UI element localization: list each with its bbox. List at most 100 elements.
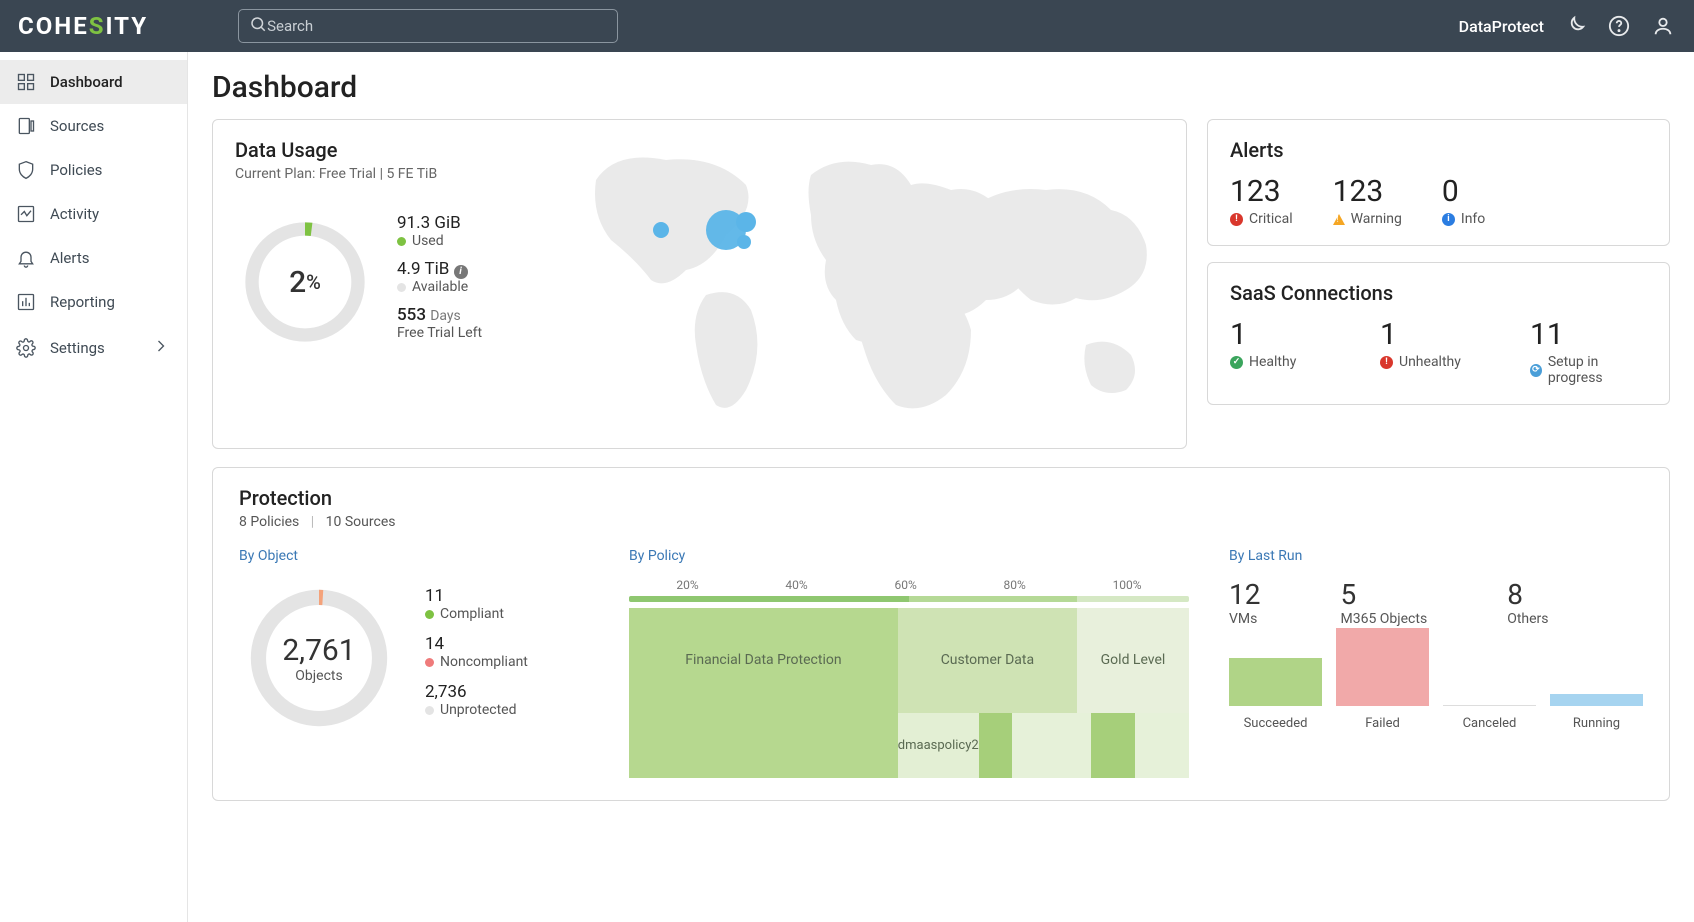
bar-label: Failed <box>1365 716 1400 731</box>
logo: COHESITY <box>18 12 148 40</box>
progress-icon: ⟳ <box>1530 364 1542 377</box>
sidebar: Dashboard Sources Policies Activity Aler… <box>0 52 188 922</box>
vms-label: VMs <box>1229 611 1260 627</box>
nav-label: Dashboard <box>50 73 123 91</box>
bar-running <box>1550 694 1643 706</box>
policy-tile[interactable]: Financial Data Protection <box>629 608 898 713</box>
user-icon[interactable] <box>1650 13 1676 39</box>
used-label: Used <box>412 233 444 249</box>
vms-count: 12 <box>1229 578 1260 611</box>
objects-label: Objects <box>295 668 342 684</box>
help-icon[interactable] <box>1606 13 1632 39</box>
noncompliant-l: Noncompliant <box>440 654 528 670</box>
nav-label: Settings <box>50 339 105 357</box>
nav-reporting[interactable]: Reporting <box>0 280 187 324</box>
logo-text2: ITY <box>105 12 148 40</box>
avail-label: Available <box>412 279 468 295</box>
bar-label: Canceled <box>1463 716 1517 731</box>
header-actions: DataProtect <box>1459 13 1676 39</box>
plan-label: Current Plan: <box>235 166 315 182</box>
info-count: 0 <box>1442 174 1485 209</box>
alerts-title: Alerts <box>1230 138 1647 162</box>
policy-tile[interactable] <box>979 713 1013 778</box>
search-input[interactable] <box>267 17 607 35</box>
tile-label: Customer Data <box>941 652 1034 668</box>
avail-value: 4.9 TiB <box>397 259 449 279</box>
unhealthy-count: 1 <box>1380 317 1490 352</box>
info-badge-icon: i <box>1442 213 1455 226</box>
policy-tile[interactable] <box>1012 713 1090 778</box>
setup-count: 11 <box>1530 317 1647 352</box>
warning-label: Warning <box>1351 211 1402 227</box>
policy-tile[interactable] <box>629 713 898 778</box>
search-box[interactable] <box>238 9 618 43</box>
warning-count: 123 <box>1333 174 1402 209</box>
policy-tile[interactable]: Customer Data <box>898 608 1077 713</box>
nav-alerts[interactable]: Alerts <box>0 236 187 280</box>
others-label: Others <box>1507 611 1548 627</box>
axis-tick: 20% <box>676 578 698 592</box>
map-point <box>653 222 669 238</box>
setup-label: Setup in progress <box>1548 354 1647 386</box>
tile-label: Financial Data Protection <box>685 652 841 668</box>
healthy-count: 1 <box>1230 317 1340 352</box>
nav-policies[interactable]: Policies <box>0 148 187 192</box>
policy-tile[interactable]: dmaaspolicy2 <box>898 713 979 778</box>
used-value: 91.3 GiB <box>397 213 482 233</box>
days-value: 553 <box>397 305 426 325</box>
compliant-dot-icon <box>425 610 434 619</box>
alerts-card: Alerts 123 !Critical 123 Warning 0 iInfo <box>1207 119 1670 246</box>
axis-tick: 100% <box>1113 578 1142 592</box>
objects-total: 2,761 <box>282 633 355 668</box>
critical-label: Critical <box>1249 211 1293 227</box>
main-content: Dashboard Data Usage Current Plan: Free … <box>188 52 1694 922</box>
bar-label: Succeeded <box>1244 716 1308 731</box>
nav-label: Policies <box>50 161 102 179</box>
plan-value: Free Trial | 5 FE TiB <box>319 166 437 182</box>
data-usage-card: Data Usage Current Plan: Free Trial | 5 … <box>212 119 1187 449</box>
policy-tile[interactable]: Gold Level <box>1077 608 1189 713</box>
search-icon <box>249 15 267 37</box>
saas-title: SaaS Connections <box>1230 281 1647 305</box>
check-icon: ✓ <box>1230 356 1243 369</box>
healthy-label: Healthy <box>1249 354 1296 370</box>
page-title: Dashboard <box>212 70 1670 105</box>
data-usage-plan: Current Plan: Free Trial | 5 FE TiB <box>235 166 535 182</box>
policy-tile[interactable] <box>1091 713 1136 778</box>
critical-icon: ! <box>1230 213 1243 226</box>
nav-sources[interactable]: Sources <box>0 104 187 148</box>
nav-settings[interactable]: Settings <box>0 324 187 372</box>
noncompliant-n: 14 <box>425 634 528 654</box>
objects-donut: 2,761 Objects <box>239 578 399 738</box>
sources-count: 10 Sources <box>326 514 396 530</box>
unhealthy-label: Unhealthy <box>1399 354 1461 370</box>
error-icon: ! <box>1380 356 1393 369</box>
theme-moon-icon[interactable] <box>1562 13 1588 39</box>
m365-count: 5 <box>1340 578 1427 611</box>
policy-axis: 20% 40% 60% 80% 100% <box>629 578 1189 592</box>
days-label: Free Trial Left <box>397 325 482 341</box>
map-point <box>737 235 751 249</box>
axis-tick: 40% <box>785 578 807 592</box>
logo-s: S <box>89 12 106 40</box>
m365-label: M365 Objects <box>1340 611 1427 627</box>
unprotected-l: Unprotected <box>440 702 517 718</box>
axis-tick: 60% <box>894 578 916 592</box>
compliant-n: 11 <box>425 586 528 606</box>
pct-symbol: % <box>306 270 321 294</box>
logo-text: COHE <box>18 12 89 40</box>
policy-tile[interactable] <box>1135 713 1189 778</box>
policies-count: 8 Policies <box>239 514 299 530</box>
used-dot-icon <box>397 237 406 246</box>
days-unit: Days <box>430 308 461 324</box>
run-bar-chart: Succeeded Failed Canceled Running <box>1229 651 1643 731</box>
bar-label: Running <box>1573 716 1620 731</box>
tile-label: Gold Level <box>1101 652 1166 668</box>
info-label: Info <box>1461 211 1485 227</box>
nav-activity[interactable]: Activity <box>0 192 187 236</box>
policy-scale-bar <box>629 596 1189 602</box>
info-icon[interactable]: i <box>454 265 468 279</box>
nav-label: Sources <box>50 117 104 135</box>
nav-dashboard[interactable]: Dashboard <box>0 60 187 104</box>
policy-treemap: Financial Data Protection Customer Data … <box>629 608 1189 778</box>
